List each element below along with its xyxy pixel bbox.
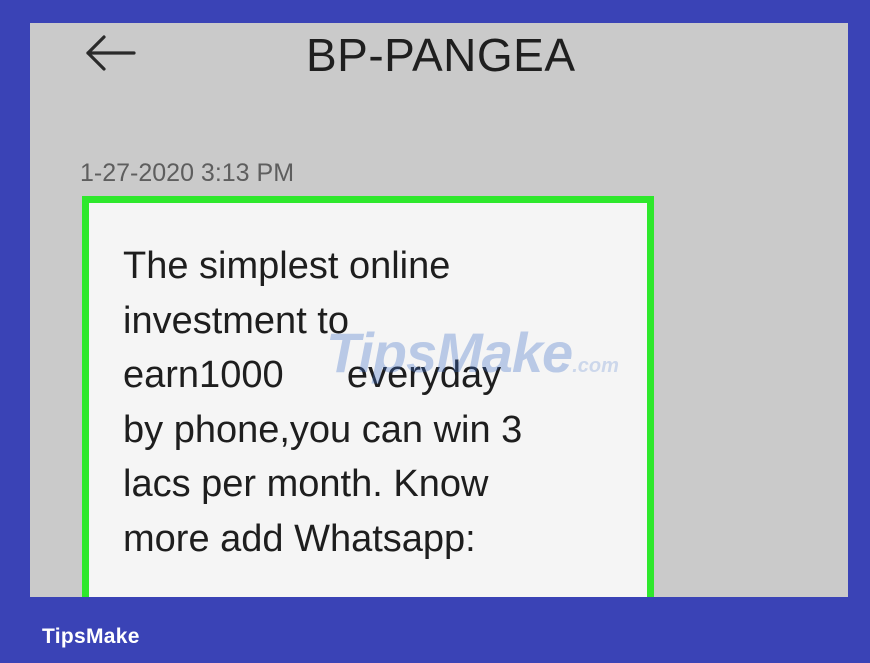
message-bubble[interactable]: The simplest online investment to earn10…: [82, 196, 654, 597]
message-line: investment to: [123, 299, 349, 342]
message-line: lacs per month. Know: [123, 463, 489, 505]
message-line: The simplest online: [123, 245, 451, 287]
message-line: earn1000 everyday: [123, 354, 502, 396]
message-text: The simplest online investment to earn10…: [123, 239, 653, 566]
back-arrow-icon[interactable]: [82, 33, 138, 73]
message-timestamp: 1-27-2020 3:13 PM: [80, 159, 295, 187]
messaging-screen: BP-PANGEA 1-27-2020 3:13 PM The simplest…: [30, 23, 848, 597]
brand-label: TipsMake: [42, 625, 140, 648]
message-line: by phone,you can win 3: [123, 408, 523, 451]
conversation-title: BP-PANGEA: [306, 29, 576, 81]
message-line: more add Whatsapp:: [123, 517, 476, 560]
